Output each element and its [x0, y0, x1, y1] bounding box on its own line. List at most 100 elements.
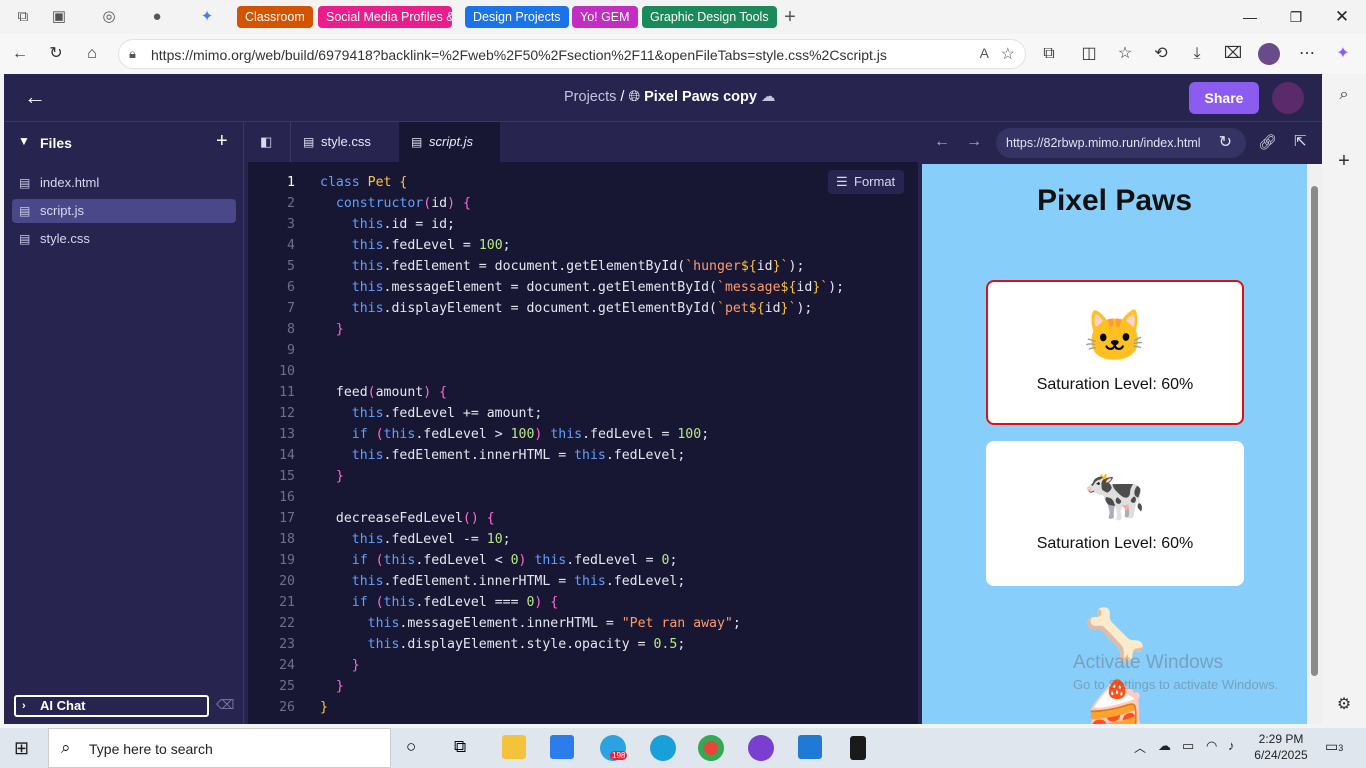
- close-window-icon[interactable]: ✕: [1330, 6, 1354, 28]
- notification-icon[interactable]: ▭3: [1325, 738, 1343, 755]
- line-number: 21: [279, 595, 295, 610]
- downloads-icon[interactable]: ⤓: [1186, 43, 1208, 65]
- cortana-icon[interactable]: ○: [406, 737, 416, 757]
- tab-script-js[interactable]: ▤ script.js: [399, 122, 500, 162]
- preview-reload-icon[interactable]: ↻: [1219, 128, 1232, 158]
- add-sidebar-app-icon[interactable]: +: [1333, 150, 1355, 172]
- spiral-tab-icon[interactable]: ◎: [98, 6, 120, 28]
- telegram-icon[interactable]: 198: [600, 735, 628, 761]
- wifi-icon[interactable]: ◠: [1206, 738, 1217, 754]
- user-avatar[interactable]: [1272, 82, 1304, 114]
- clock-time: 2:29 PM: [1258, 732, 1304, 746]
- restore-icon[interactable]: ❐: [1284, 6, 1308, 28]
- project-title: Pixel Paws copy: [644, 89, 757, 105]
- favorites-icon[interactable]: ☆: [1114, 43, 1136, 65]
- code-editor: ◧ ▤ style.css ▤ script.js ☰ Format 12345…: [248, 122, 918, 724]
- back-arrow-icon[interactable]: ←: [24, 86, 46, 108]
- line-number: 23: [279, 637, 295, 652]
- saturation-level: Saturation Level: 60%: [1036, 376, 1194, 393]
- tab-group-design-projects[interactable]: Design Projects: [465, 6, 569, 28]
- scrollbar-thumb[interactable]: [1311, 186, 1318, 676]
- home-icon[interactable]: ⌂: [81, 43, 103, 65]
- toggle-sidebar-icon[interactable]: ◧: [260, 134, 272, 150]
- ai-chat-toggle[interactable]: › AI Chat: [14, 695, 209, 717]
- tab-group-classroom[interactable]: Classroom: [237, 6, 313, 28]
- file-style-css[interactable]: ▤ style.css: [12, 227, 236, 251]
- tab-group-graphic-design[interactable]: Graphic Design Tools: [642, 6, 777, 28]
- profile-avatar[interactable]: [1258, 43, 1280, 65]
- collapse-chevron-icon[interactable]: ▼: [18, 134, 30, 148]
- pet-card-cat[interactable]: 🐱 Saturation Level: 60%: [986, 280, 1244, 425]
- editor-tabs: ◧ ▤ style.css ▤ script.js: [248, 122, 918, 162]
- onedrive-icon[interactable]: ☁: [1158, 738, 1171, 754]
- format-button[interactable]: ☰ Format: [828, 170, 904, 194]
- code-line: this.id = id;: [351, 217, 455, 232]
- more-menu-icon[interactable]: ⋯: [1296, 43, 1318, 65]
- line-number: 1: [287, 175, 295, 190]
- code-line: decreaseFedLevel() {: [320, 511, 495, 526]
- code-line: this.fedElement.innerHTML = this.fedLeve…: [351, 448, 686, 463]
- css-file-icon: ▤: [19, 232, 31, 246]
- globe-icon: 🌐︎: [628, 89, 641, 105]
- tab-style-css[interactable]: ▤ style.css: [290, 122, 397, 162]
- minimize-icon[interactable]: —: [1238, 6, 1262, 28]
- file-script-js[interactable]: ▤ script.js: [12, 199, 236, 223]
- battery-icon[interactable]: ▭: [1182, 738, 1194, 754]
- code-line: constructor(id) {: [335, 196, 471, 211]
- preview-scrollbar[interactable]: [1307, 164, 1322, 724]
- read-aloud-icon[interactable]: A: [980, 45, 989, 61]
- saturation-level: Saturation Level: 60%: [1036, 535, 1194, 552]
- tab-group-social-media[interactable]: Social Media Profiles &: [318, 6, 452, 28]
- file-index-html[interactable]: ▤ index.html: [12, 171, 236, 195]
- add-file-icon[interactable]: +: [216, 130, 228, 153]
- vscode-icon[interactable]: [798, 735, 822, 759]
- breadcrumb-projects[interactable]: Projects: [564, 89, 616, 105]
- clock[interactable]: 2:29 PM 6/24/2025: [1250, 731, 1312, 763]
- volume-icon[interactable]: ♪: [1228, 738, 1235, 753]
- code-area[interactable]: ☰ Format 1 2 3 4 5 6 7 8 9 10 11 12 13 14 15 16 17 18 19 20…: [248, 162, 918, 724]
- search-icon[interactable]: ⌕: [1333, 84, 1355, 106]
- files-panel: ▼ Files + ▤ index.html ▤ script.js ▤ style.…: [4, 122, 244, 724]
- task-view-icon[interactable]: ⧉: [454, 737, 466, 757]
- new-tab-icon[interactable]: +: [779, 6, 801, 28]
- ms-store-icon[interactable]: [550, 735, 574, 759]
- windows-start-icon[interactable]: ⊞: [14, 738, 29, 759]
- favorite-star-icon[interactable]: ☆: [1001, 44, 1015, 64]
- figma-icon[interactable]: [850, 736, 866, 760]
- extensions-icon[interactable]: ⧉: [1038, 43, 1060, 65]
- pet-card-cow[interactable]: 🐄 Saturation Level: 60%: [986, 441, 1244, 586]
- workspaces-icon[interactable]: ⧉: [12, 6, 34, 28]
- preview-url[interactable]: https://82rbwp.mimo.run/index.html ↻: [996, 128, 1246, 158]
- edge-icon[interactable]: [650, 735, 676, 761]
- tab-actions-icon[interactable]: ▣: [48, 6, 70, 28]
- preview-back-icon[interactable]: ←: [934, 133, 950, 151]
- cloud-saved-icon: ☁: [761, 89, 776, 105]
- code-line: }: [335, 469, 344, 484]
- eraser-icon[interactable]: ⌫: [216, 697, 234, 713]
- chrome-icon[interactable]: [698, 735, 724, 761]
- file-explorer-icon[interactable]: [502, 735, 526, 759]
- github-tab-icon[interactable]: ●: [146, 6, 168, 28]
- show-hidden-icons[interactable]: ︿: [1134, 739, 1146, 756]
- copilot-tab-icon[interactable]: ✦: [196, 6, 218, 28]
- split-screen-icon[interactable]: ◫: [1078, 43, 1100, 65]
- line-number: 11: [279, 385, 295, 400]
- refresh-icon[interactable]: ↻: [45, 43, 67, 65]
- copilot-icon[interactable]: ✦: [1332, 43, 1354, 65]
- open-external-icon[interactable]: ⇱: [1294, 132, 1307, 150]
- preview-forward-icon[interactable]: →: [966, 133, 982, 151]
- share-button[interactable]: Share: [1189, 82, 1259, 114]
- back-icon[interactable]: ←: [9, 43, 31, 65]
- taskbar-search[interactable]: ⌕ Type here to search: [48, 728, 391, 768]
- line-number: 19: [279, 553, 295, 568]
- history-icon[interactable]: ⟲: [1150, 43, 1172, 65]
- tab-group-yo-gem[interactable]: Yo! GEM: [572, 6, 638, 28]
- browser-tab-strip: ⧉ ▣ ◎ ● ✦ Classroom Social Media Profile…: [0, 0, 1366, 34]
- chrome-profile-icon[interactable]: [748, 735, 774, 761]
- settings-gear-icon[interactable]: ⚙: [1333, 694, 1355, 716]
- screenshot-icon[interactable]: ⌧: [1222, 43, 1244, 65]
- code-line: }: [335, 322, 344, 337]
- copy-link-icon[interactable]: 🔗︎: [1258, 133, 1277, 151]
- lock-icon: 🔒︎: [129, 46, 136, 61]
- address-bar[interactable]: 🔒︎ https://mimo.org/web/build/6979418?ba…: [118, 39, 1026, 69]
